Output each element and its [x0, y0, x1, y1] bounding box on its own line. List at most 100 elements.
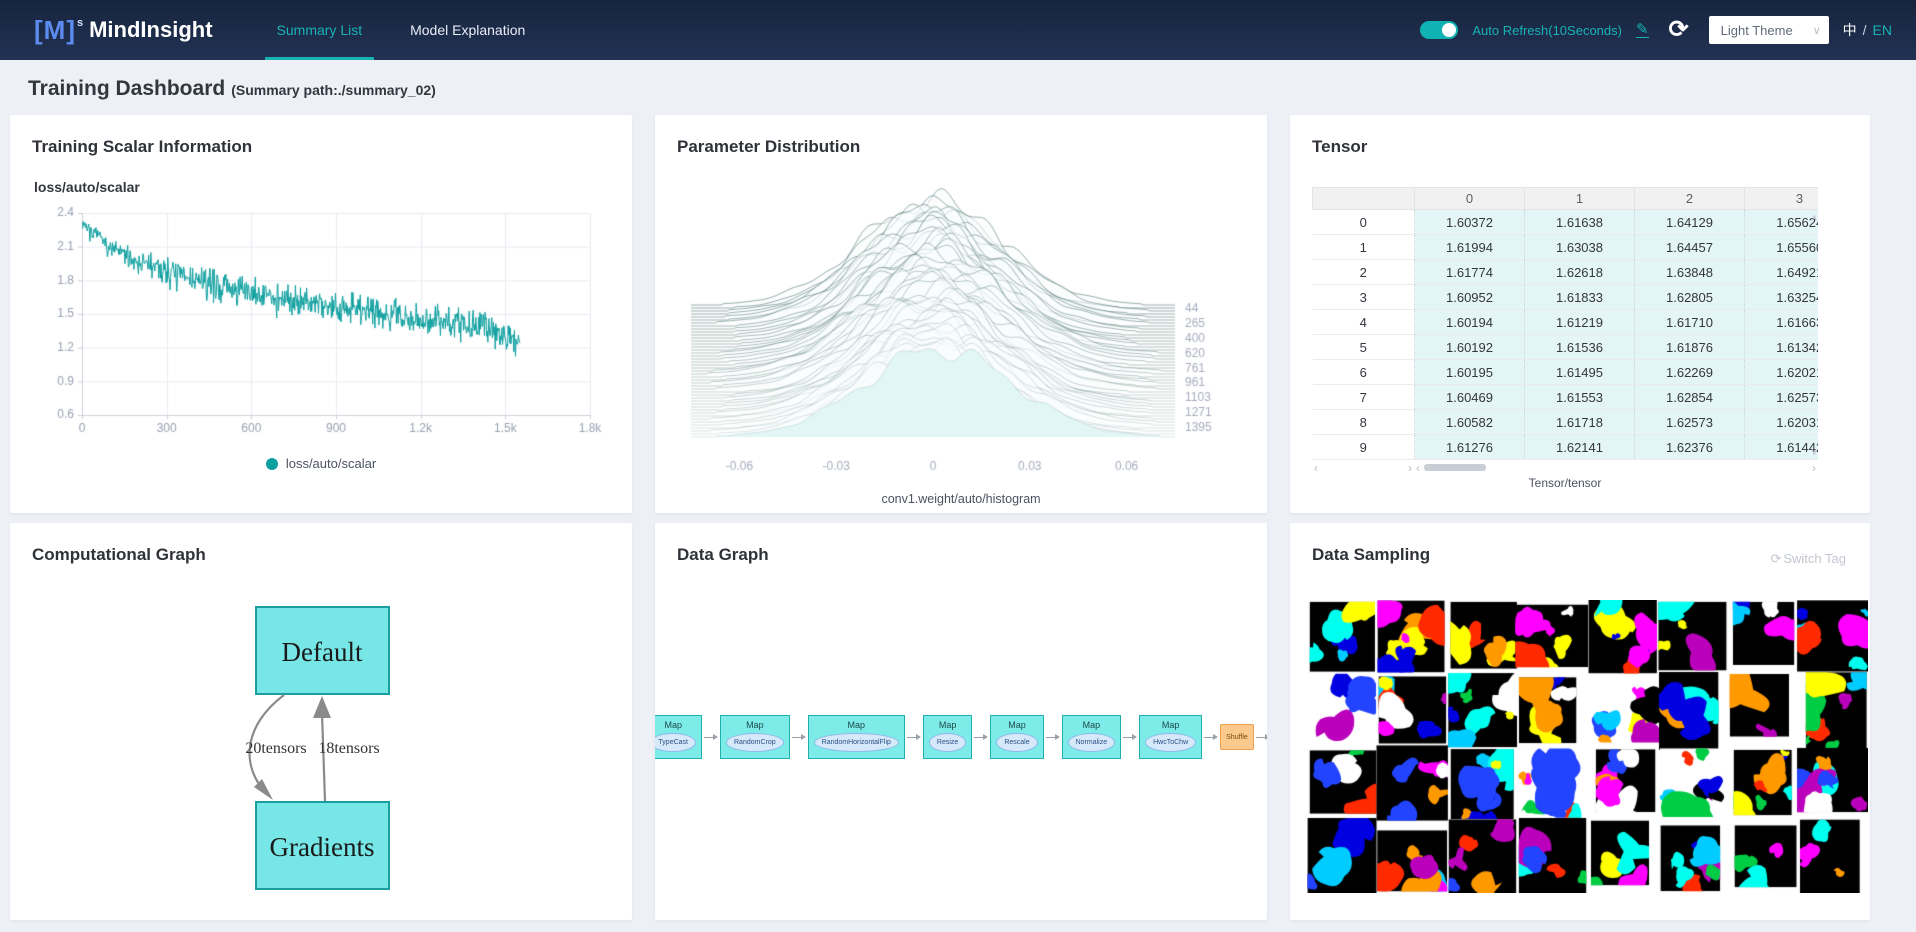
theme-select-value: Light Theme: [1721, 23, 1813, 38]
scalar-legend[interactable]: loss/auto/scalar: [32, 456, 610, 471]
data-pipeline[interactable]: Cifar10DatasetMapTypeCastMapRandomCropMa…: [655, 715, 1267, 759]
tensor-cell[interactable]: 1.61553: [1525, 385, 1635, 410]
switch-tag-label: Switch Tag: [1783, 551, 1846, 566]
pipeline-node-map[interactable]: MapHwcToChw: [1139, 715, 1202, 759]
tensor-cell[interactable]: 1.62021: [1745, 360, 1819, 385]
map-op-ellipse[interactable]: HwcToChw: [1145, 733, 1196, 752]
scroll-left-icon[interactable]: ‹: [1414, 463, 1422, 473]
tensor-cell[interactable]: 1.61342: [1745, 335, 1819, 360]
tensor-cell[interactable]: 1.61876: [1635, 335, 1745, 360]
scroll-down-icon[interactable]: ∨: [1811, 447, 1818, 458]
card-tensor[interactable]: Tensor 0123 01.603721.616381.641291.6562…: [1290, 115, 1870, 513]
edit-interval-icon[interactable]: ✎: [1636, 23, 1649, 38]
tensor-cell[interactable]: 1.61219: [1525, 310, 1635, 335]
tensor-cell[interactable]: 1.61442: [1745, 435, 1819, 460]
lang-en[interactable]: EN: [1873, 22, 1892, 38]
tensor-row-index: 5: [1313, 335, 1415, 360]
tensor-cell[interactable]: 1.63038: [1525, 235, 1635, 260]
tensor-cell[interactable]: 1.60469: [1415, 385, 1525, 410]
theme-select[interactable]: Light Theme ∨: [1709, 16, 1829, 44]
tensor-cell[interactable]: 1.61536: [1525, 335, 1635, 360]
tensor-cell[interactable]: 1.65624: [1745, 210, 1819, 235]
map-op-ellipse[interactable]: RandomHorizontalFlip: [814, 733, 899, 752]
tensor-cell[interactable]: 1.61994: [1415, 235, 1525, 260]
map-op-ellipse[interactable]: Resize: [929, 733, 966, 752]
scroll-track[interactable]: [1422, 463, 1810, 472]
card-data-sampling[interactable]: Data Sampling ⟳Switch Tag: [1290, 523, 1870, 920]
tensor-cell[interactable]: 1.61718: [1525, 410, 1635, 435]
tensor-cell[interactable]: 1.63848: [1635, 260, 1745, 285]
tensor-cell[interactable]: 1.62573: [1635, 410, 1745, 435]
sample-image-mosaic[interactable]: [1307, 600, 1868, 893]
map-op-ellipse[interactable]: Rescale: [996, 733, 1037, 752]
scroll-thumb[interactable]: [1424, 464, 1486, 471]
tensor-cell[interactable]: 1.60952: [1415, 285, 1525, 310]
tab-summary-list[interactable]: Summary List: [253, 0, 387, 60]
node-default-label: Default: [282, 637, 363, 667]
pipeline-node-map[interactable]: Map RandomCrop: [720, 715, 790, 759]
tensor-cell[interactable]: 1.62376: [1635, 435, 1745, 460]
scroll-up-icon[interactable]: ∧: [1811, 213, 1818, 224]
lang-zh[interactable]: 中: [1843, 20, 1857, 40]
pipeline-node-map[interactable]: MapTypeCast: [655, 715, 702, 759]
pipeline-node-map[interactable]: Map Rescale: [990, 715, 1043, 759]
tensor-cell[interactable]: 1.62805: [1635, 285, 1745, 310]
pipeline-arrow-icon: [907, 734, 921, 741]
switch-tag-button[interactable]: ⟳Switch Tag: [1770, 551, 1846, 567]
pipeline-node-map[interactable]: MapNormalize: [1062, 715, 1122, 759]
tensor-row-index: 2: [1313, 260, 1415, 285]
tensor-cell[interactable]: 1.62854: [1635, 385, 1745, 410]
scroll-left-icon[interactable]: ‹: [1312, 463, 1320, 473]
map-op-ellipse[interactable]: RandomCrop: [726, 733, 784, 752]
weight-histogram-chart[interactable]: [677, 185, 1245, 485]
card-parameter-distribution[interactable]: Parameter Distribution conv1.weight/auto…: [655, 115, 1267, 513]
tensor-cell[interactable]: 1.61276: [1415, 435, 1525, 460]
refresh-icon[interactable]: ⟳: [1669, 18, 1689, 42]
computational-graph-canvas[interactable]: Default Gradients 20tensors 18tensors: [32, 565, 610, 913]
card-data-graph[interactable]: Data Graph Cifar10DatasetMapTypeCastMapR…: [655, 523, 1267, 920]
summary-path: (Summary path:./summary_02): [231, 82, 436, 98]
page-title: Training Dashboard: [28, 77, 225, 101]
pipeline-node-map[interactable]: MapResize: [923, 715, 972, 759]
map-op-ellipse[interactable]: TypeCast: [655, 733, 696, 752]
card-computational-graph[interactable]: Computational Graph Default Gradients 20…: [10, 523, 632, 920]
pipeline-node-shuffle[interactable]: Shuffle: [1220, 724, 1254, 750]
tensor-cell[interactable]: 1.60192: [1415, 335, 1525, 360]
tensor-cell[interactable]: 1.62573: [1745, 385, 1819, 410]
tensor-cell[interactable]: 1.61663: [1745, 310, 1819, 335]
map-label: Map: [1008, 720, 1026, 730]
tensor-cell[interactable]: 1.62269: [1635, 360, 1745, 385]
tensor-cell[interactable]: 1.62618: [1525, 260, 1635, 285]
tensor-cell[interactable]: 1.64457: [1635, 235, 1745, 260]
scroll-right-icon[interactable]: ›: [1810, 463, 1818, 473]
tensor-cell[interactable]: 1.60194: [1415, 310, 1525, 335]
scroll-track[interactable]: [1320, 463, 1406, 472]
tensor-cell[interactable]: 1.64129: [1635, 210, 1745, 235]
switch-icon: ⟳: [1770, 551, 1781, 566]
map-op-ellipse[interactable]: Normalize: [1068, 733, 1116, 752]
pipeline-node-map[interactable]: MapRandomHorizontalFlip: [808, 715, 905, 759]
loss-line-chart[interactable]: [32, 199, 602, 447]
language-switch: 中 / EN: [1843, 20, 1892, 40]
logo-text: MindInsight: [89, 17, 212, 43]
tensor-cell[interactable]: 1.61638: [1525, 210, 1635, 235]
tensor-cell[interactable]: 1.63254: [1745, 285, 1819, 310]
tensor-cell[interactable]: 1.61774: [1415, 260, 1525, 285]
tensor-cell[interactable]: 1.60582: [1415, 410, 1525, 435]
map-label: Map: [746, 720, 764, 730]
tensor-cell[interactable]: 1.60372: [1415, 210, 1525, 235]
tensor-cell[interactable]: 1.64921: [1745, 260, 1819, 285]
scroll-right-icon[interactable]: ›: [1406, 463, 1414, 473]
tensor-cell[interactable]: 1.65560: [1745, 235, 1819, 260]
tab-summary-list-label: Summary List: [277, 22, 363, 38]
card-training-scalar[interactable]: Training Scalar Information loss/auto/sc…: [10, 115, 632, 513]
tab-model-explanation[interactable]: Model Explanation: [386, 0, 549, 60]
tensor-row: 91.612761.621411.623761.61442: [1313, 435, 1819, 460]
tensor-cell[interactable]: 1.61495: [1525, 360, 1635, 385]
auto-refresh-toggle[interactable]: [1420, 21, 1458, 39]
tensor-cell[interactable]: 1.62141: [1525, 435, 1635, 460]
tensor-cell[interactable]: 1.61833: [1525, 285, 1635, 310]
tensor-cell[interactable]: 1.61710: [1635, 310, 1745, 335]
tensor-cell[interactable]: 1.62031: [1745, 410, 1819, 435]
tensor-cell[interactable]: 1.60195: [1415, 360, 1525, 385]
